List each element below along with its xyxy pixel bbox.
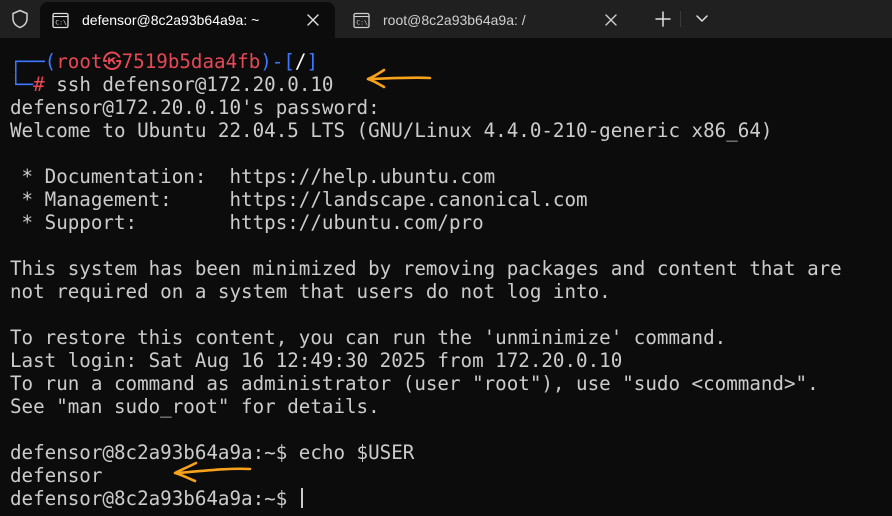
terminal-input-line[interactable]: defensor@8c2a93b64a9a:~$ [10, 487, 303, 510]
terminal-line: defensor@172.20.0.10's password: [10, 96, 380, 119]
prompt-corner-top: ┌──( [10, 50, 57, 73]
terminal-output[interactable]: ┌──(root㉿7519b5daa4fb)-[/] └─# ssh defen… [0, 38, 892, 516]
toolbar-divider [680, 11, 681, 27]
close-icon[interactable] [603, 12, 619, 28]
ssh-command: ssh defensor@172.20.0.10 [44, 73, 334, 96]
terminal-line: To run a command as administrator (user … [10, 372, 819, 395]
svg-text:C:\: C:\ [356, 18, 368, 26]
tab-title: defensor@8c2a93b64a9a: ~ [82, 12, 260, 28]
close-icon[interactable] [305, 12, 321, 28]
prompt-close-paren: )-[ [260, 50, 295, 73]
terminal-icon: C:\ [52, 12, 69, 28]
terminal-line: Last login: Sat Aug 16 12:49:30 2025 fro… [10, 349, 623, 372]
tab-root[interactable]: C:\ root@8c2a93b64a9a: / [341, 2, 633, 38]
prompt-hash: # [33, 73, 45, 96]
tab-defensor[interactable]: C:\ defensor@8c2a93b64a9a: ~ [40, 2, 335, 38]
svg-text:C:\: C:\ [55, 18, 67, 26]
tab-title: root@8c2a93b64a9a: / [383, 12, 526, 28]
prompt-host: 7519b5daa4fb [121, 50, 261, 73]
annotation-arrow-icon [366, 68, 432, 89]
terminal-line: * Management: https://landscape.canonica… [10, 188, 588, 211]
shell-prompt: defensor@8c2a93b64a9a:~$ [10, 487, 299, 510]
text-cursor [300, 488, 303, 508]
prompt-close-bracket: ] [306, 50, 319, 73]
kali-prompt-header: ┌──(root㉿7519b5daa4fb)-[/] [10, 50, 318, 73]
terminal-line: Welcome to Ubuntu 22.04.5 LTS (GNU/Linux… [10, 119, 773, 142]
plus-icon[interactable] [654, 10, 672, 28]
terminal-line: This system has been minimized by removi… [10, 257, 842, 280]
terminal-line: defensor [10, 464, 103, 487]
terminal-icon: C:\ [353, 12, 370, 28]
terminal-line: * Documentation: https://help.ubuntu.com [10, 165, 496, 188]
prompt-at-symbol: ㉿ [102, 50, 122, 73]
terminal-line: not required on a system that users do n… [10, 280, 611, 303]
annotation-arrow-icon [173, 461, 252, 483]
terminal-line: * Support: https://ubuntu.com/pro [10, 211, 484, 234]
chevron-down-icon[interactable] [694, 12, 710, 26]
terminal-line: To restore this content, you can run the… [10, 326, 727, 349]
prompt-cwd: / [294, 50, 307, 73]
kali-prompt-command: └─# ssh defensor@172.20.0.10 [10, 73, 333, 96]
tab-bar: C:\ defensor@8c2a93b64a9a: ~ C:\ root@8c… [0, 0, 892, 38]
prompt-corner-bottom: └─ [10, 73, 34, 96]
terminal-line: See "man sudo_root" for details. [10, 395, 380, 418]
shield-icon[interactable] [10, 9, 30, 29]
prompt-user: root [56, 50, 103, 73]
